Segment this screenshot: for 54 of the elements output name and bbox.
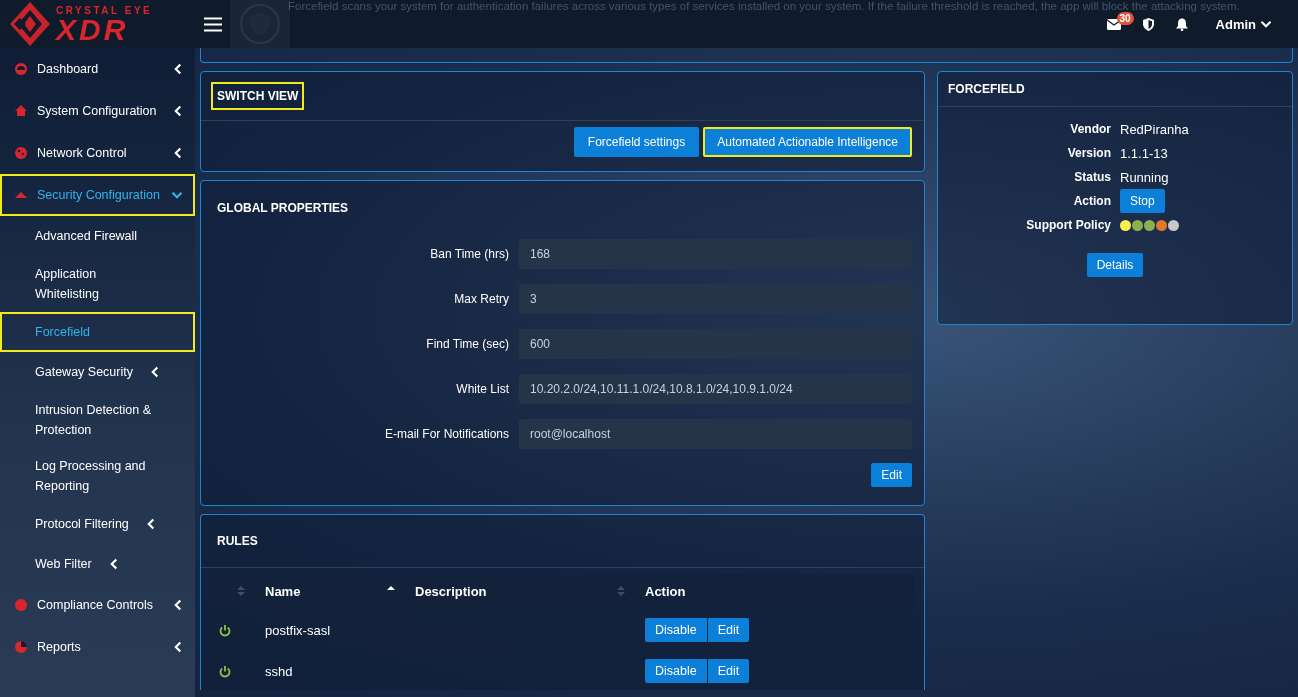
column-header[interactable]: Description (415, 583, 487, 599)
panel-title: SWITCH VIEW (211, 82, 305, 110)
sidebar-subitem[interactable]: Forcefield (0, 312, 195, 352)
sidebar-subitem[interactable]: Application Whitelisting (0, 256, 195, 312)
sidebar-subitem[interactable]: Protocol Filtering (0, 504, 195, 544)
sidebar-subitem[interactable]: Gateway Security (0, 352, 195, 392)
notification-badge: 30 (1116, 11, 1134, 25)
sidebar-item[interactable]: Dashboard (0, 48, 195, 90)
field-label: White List (455, 382, 509, 396)
sidebar-subitem[interactable]: Web Filter (0, 544, 195, 584)
info-label: Status (1073, 170, 1111, 184)
edit-button[interactable]: Edit (871, 463, 912, 487)
info-label: Support Policy (1025, 218, 1111, 232)
input-field[interactable]: 168 (519, 239, 912, 269)
field-label: Find Time (sec) (425, 337, 509, 351)
info-value: RedPiranha (1120, 121, 1189, 137)
input-field[interactable]: 600 (519, 329, 912, 359)
info-label: Vendor (1069, 122, 1111, 136)
panel-title: RULES (216, 533, 259, 550)
rule-button[interactable]: Edit (707, 659, 750, 683)
field-label: E-mail For Notifications (383, 427, 509, 441)
user-menu[interactable]: Admin (1209, 15, 1278, 33)
sidebar-item[interactable]: System Configuration (0, 90, 195, 132)
stop-button[interactable]: Stop (1120, 189, 1165, 213)
input-field[interactable]: root@localhost (519, 419, 912, 449)
input-field[interactable]: 10.20.2.0/24,10.11.1.0/24,10.8.1.0/24,10.9.1.0/24 (519, 374, 912, 404)
table-cell: sshd (265, 663, 293, 679)
column-header[interactable]: Name (265, 583, 301, 599)
view-button[interactable]: Automated Actionable Intelligence (703, 127, 912, 157)
info-value: Running (1120, 169, 1169, 185)
input-field[interactable]: 3 (519, 284, 912, 314)
sidebar-item[interactable]: Compliance Controls (0, 584, 195, 626)
field-label: Ban Time (hrs) (429, 247, 509, 261)
rule-button[interactable]: Edit (707, 618, 750, 642)
sidebar-subitem[interactable]: Intrusion Detection & Protection (0, 392, 195, 448)
table-cell: postfix-sasl (265, 622, 331, 638)
info-label: Action (1072, 194, 1111, 208)
sidebar-subitem[interactable]: Log Processing and Reporting (0, 448, 195, 504)
brand-tagline: CRYSTAL EYE (56, 4, 153, 16)
panel-title: GLOBAL PROPERTIES (216, 200, 350, 217)
details-button[interactable]: Details (1086, 253, 1144, 277)
column-header[interactable]: Action (645, 583, 686, 599)
panel-title: FORCEFIELD (947, 81, 1026, 98)
sidebar-item[interactable]: Security Configuration (0, 174, 195, 216)
info-label: Version (1066, 146, 1111, 160)
rule-button[interactable]: Disable (645, 659, 707, 683)
view-button[interactable]: Forcefield settings (573, 127, 700, 157)
brand-name: XDR (56, 15, 129, 44)
rule-button[interactable]: Disable (645, 618, 707, 642)
field-label: Max Retry (453, 292, 509, 306)
sidebar-subitem[interactable]: Advanced Firewall (0, 216, 195, 256)
info-value: 1.1.1-13 (1120, 145, 1168, 161)
sidebar-item[interactable]: Network Control (0, 132, 195, 174)
sidebar-item[interactable]: Reports (0, 626, 195, 668)
